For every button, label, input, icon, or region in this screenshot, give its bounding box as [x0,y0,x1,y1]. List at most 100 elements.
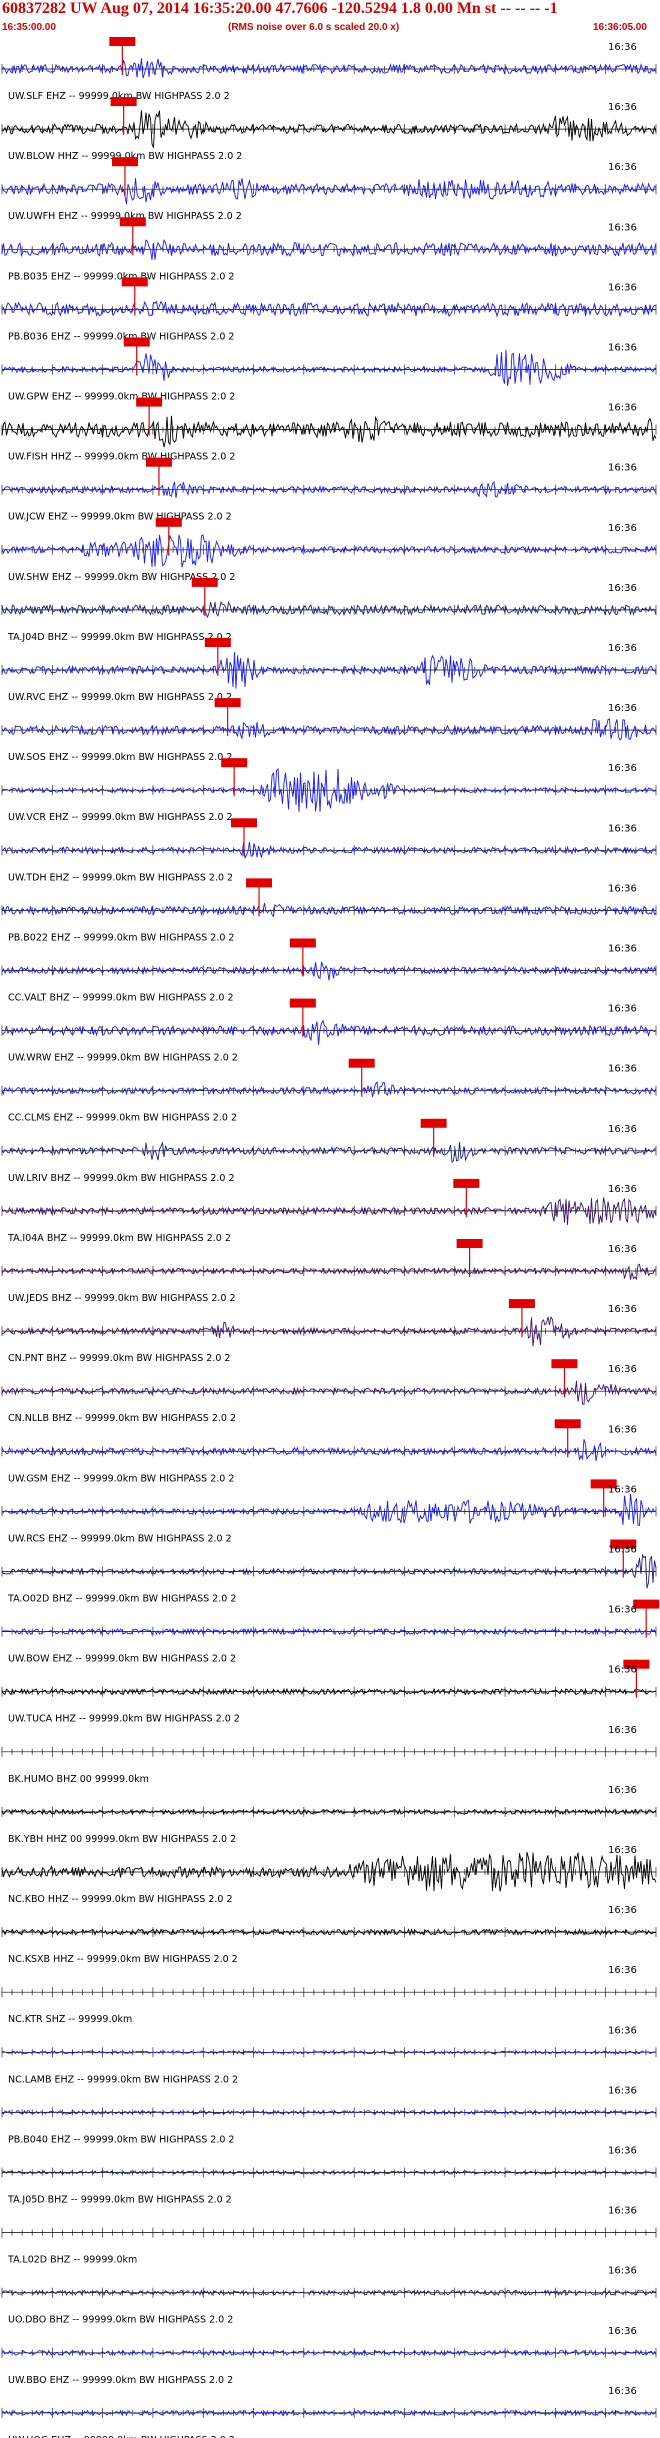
minute-label: 16:36 [608,523,637,534]
station-label: UW.GSM EHZ -- 99999.0km BW HIGHPASS 2.0 … [8,1473,234,1484]
waveform-trace [1,652,657,689]
station-label: CN.PNT BHZ -- 99999.0km BW HIGHPASS 2.0 … [8,1353,230,1364]
station-label: UW.BBO EHZ -- 99999.0km BW HIGHPASS 2.0 … [8,2375,233,2386]
minute-label: 16:36 [608,1364,637,1375]
station-label: TA.O02D BHZ -- 99999.0km BW HIGHPASS 2.0… [7,1594,236,1605]
waveform-trace [1,58,657,79]
waveform-trace [1,2170,657,2175]
pick-flag [289,938,316,948]
pick-flag [554,1419,581,1429]
station-label: NC.KTR SHZ -- 99999.0km [8,2014,132,2025]
minute-label: 16:36 [608,1605,637,1616]
waveform-trace [1,600,657,619]
minute-label: 16:36 [608,1244,637,1255]
minute-label: 16:36 [608,343,637,354]
minute-label: 16:36 [608,2206,637,2217]
pick-flag [110,97,137,107]
minute-label: 16:36 [608,1004,637,1015]
minute-label: 16:36 [608,42,637,53]
minute-label: 16:36 [608,944,637,955]
pick-flag [121,277,148,287]
minute-label: 16:36 [608,1785,637,1796]
waveform-trace [1,534,657,568]
minute-label: 16:36 [608,282,637,293]
pick-flag [348,1058,375,1068]
minute-label: 16:36 [608,162,637,173]
waveform-trace [1,841,657,860]
waveform-trace [1,238,657,260]
station-label: UW.RCS EHZ -- 99999.0km BW HIGHPASS 2.0 … [8,1533,232,1544]
pick-flag [123,337,150,347]
waveform-trace [1,961,657,981]
pick-flag [204,638,231,647]
station-label: UO.DBO BHZ -- 99999.0km BW HIGHPASS 2.0 … [8,2315,233,2326]
pick-flag [109,37,136,46]
station-label: NC.LAMB EHZ -- 99999.0km BW HIGHPASS 2.0… [8,2074,238,2085]
waveform-trace [1,1141,657,1163]
station-label: CC.CLMS EHZ -- 99999.0km BW HIGHPASS 2.0… [8,1113,237,1124]
station-label: UW.FISH HHZ -- 99999.0km BW HIGHPASS 2.0… [8,452,235,463]
waveform-trace [1,178,657,205]
pick-flag [508,1299,535,1309]
station-label: UW.TDH EHZ -- 99999.0km BW HIGHPASS 2.0 … [8,872,233,883]
minute-label: 16:36 [608,2266,637,2277]
station-label: BK.YBH HHZ 00 99999.0km BW HIGHPASS 2.0 … [8,1834,236,1845]
minute-label: 16:36 [608,883,637,894]
pick-flag [221,758,248,768]
minute-label: 16:36 [608,1725,637,1736]
minute-label: 16:36 [608,1184,637,1195]
station-label: UW.WRW EHZ -- 99999.0km BW HIGHPASS 2.0 … [8,1053,238,1064]
pick-flag [111,157,138,167]
pick-flag [214,698,241,708]
waveform-trace [1,1439,657,1461]
minute-label: 16:36 [608,1124,637,1135]
minute-label: 16:36 [608,583,637,594]
minute-label: 16:36 [608,2085,637,2096]
station-label: PB.B040 EHZ -- 99999.0km BW HIGHPASS 2.0… [8,2134,234,2145]
minute-label: 16:36 [608,1665,637,1676]
station-label: NC.KSXB HHZ -- 99999.0km BW HIGHPASS 2.0… [8,1954,238,1965]
waveform-trace [1,903,657,918]
minute-label: 16:36 [608,403,637,414]
station-label: UW.RVC EHZ -- 99999.0km BW HIGHPASS 2.0 … [8,692,232,703]
pick-flag [453,1178,480,1188]
minute-label: 16:36 [608,823,637,834]
station-label: UW.JCW EHZ -- 99999.0km BW HIGHPASS 2.0 … [8,512,232,523]
station-label: BK.HUMO BHZ 00 99999.0km [8,1774,149,1785]
station-label: PB.B022 EHZ -- 99999.0km BW HIGHPASS 2.0… [8,932,234,943]
minute-label: 16:36 [608,1064,637,1075]
station-label: UW.JEDS BHZ -- 99999.0km BW HIGHPASS 2.0… [8,1293,236,1304]
minute-label: 16:36 [608,2386,637,2397]
station-label: CN.NLLB BHZ -- 99999.0km BW HIGHPASS 2.0… [8,1413,236,1424]
waveform-trace [1,1263,657,1281]
station-label: PB.B035 EHZ -- 99999.0km BW HIGHPASS 2.0… [8,271,234,282]
station-label: TA.J05D BHZ -- 99999.0km BW HIGHPASS 2.0… [7,2195,232,2206]
pick-flag [289,998,316,1008]
station-label: CC.VALT BHZ -- 99999.0km BW HIGHPASS 2.0… [8,993,234,1004]
minute-label: 16:36 [608,463,637,474]
minute-label: 16:36 [608,102,637,113]
pick-flag [633,1599,660,1609]
pick-flag [551,1359,578,1369]
waveform-trace [1,1494,657,1526]
waveform-trace [1,415,657,448]
pick-flag [145,457,172,467]
station-label: UW.GPW EHZ -- 99999.0km BW HIGHPASS 2.0 … [8,392,235,403]
seismogram-plot: 16:36UW.SLF EHZ -- 99999.0km BW HIGHPASS… [1,37,660,2438]
minute-label: 16:36 [608,1484,637,1495]
minute-label: 16:36 [608,1545,637,1556]
minute-label: 16:36 [608,643,637,654]
minute-label: 16:36 [608,763,637,774]
station-label: TA.L02D BHZ -- 99999.0km [7,2255,137,2266]
minute-label: 16:36 [608,2146,637,2157]
waveform-trace [1,349,657,386]
minute-label: 16:36 [608,222,637,233]
minute-label: 16:36 [608,2025,637,2036]
minute-label: 16:36 [608,1304,637,1315]
station-label: UW.LRIV BHZ -- 99999.0km BW HIGHPASS 2.0… [8,1173,235,1184]
station-label: UW.TUCA HHZ -- 99999.0km BW HIGHPASS 2.0… [8,1714,240,1725]
station-label: TA.J04D BHZ -- 99999.0km BW HIGHPASS 2.0… [7,632,232,643]
pick-flag [230,818,257,828]
pick-flag [136,397,163,407]
station-label: PB.B036 EHZ -- 99999.0km BW HIGHPASS 2.0… [8,331,234,342]
